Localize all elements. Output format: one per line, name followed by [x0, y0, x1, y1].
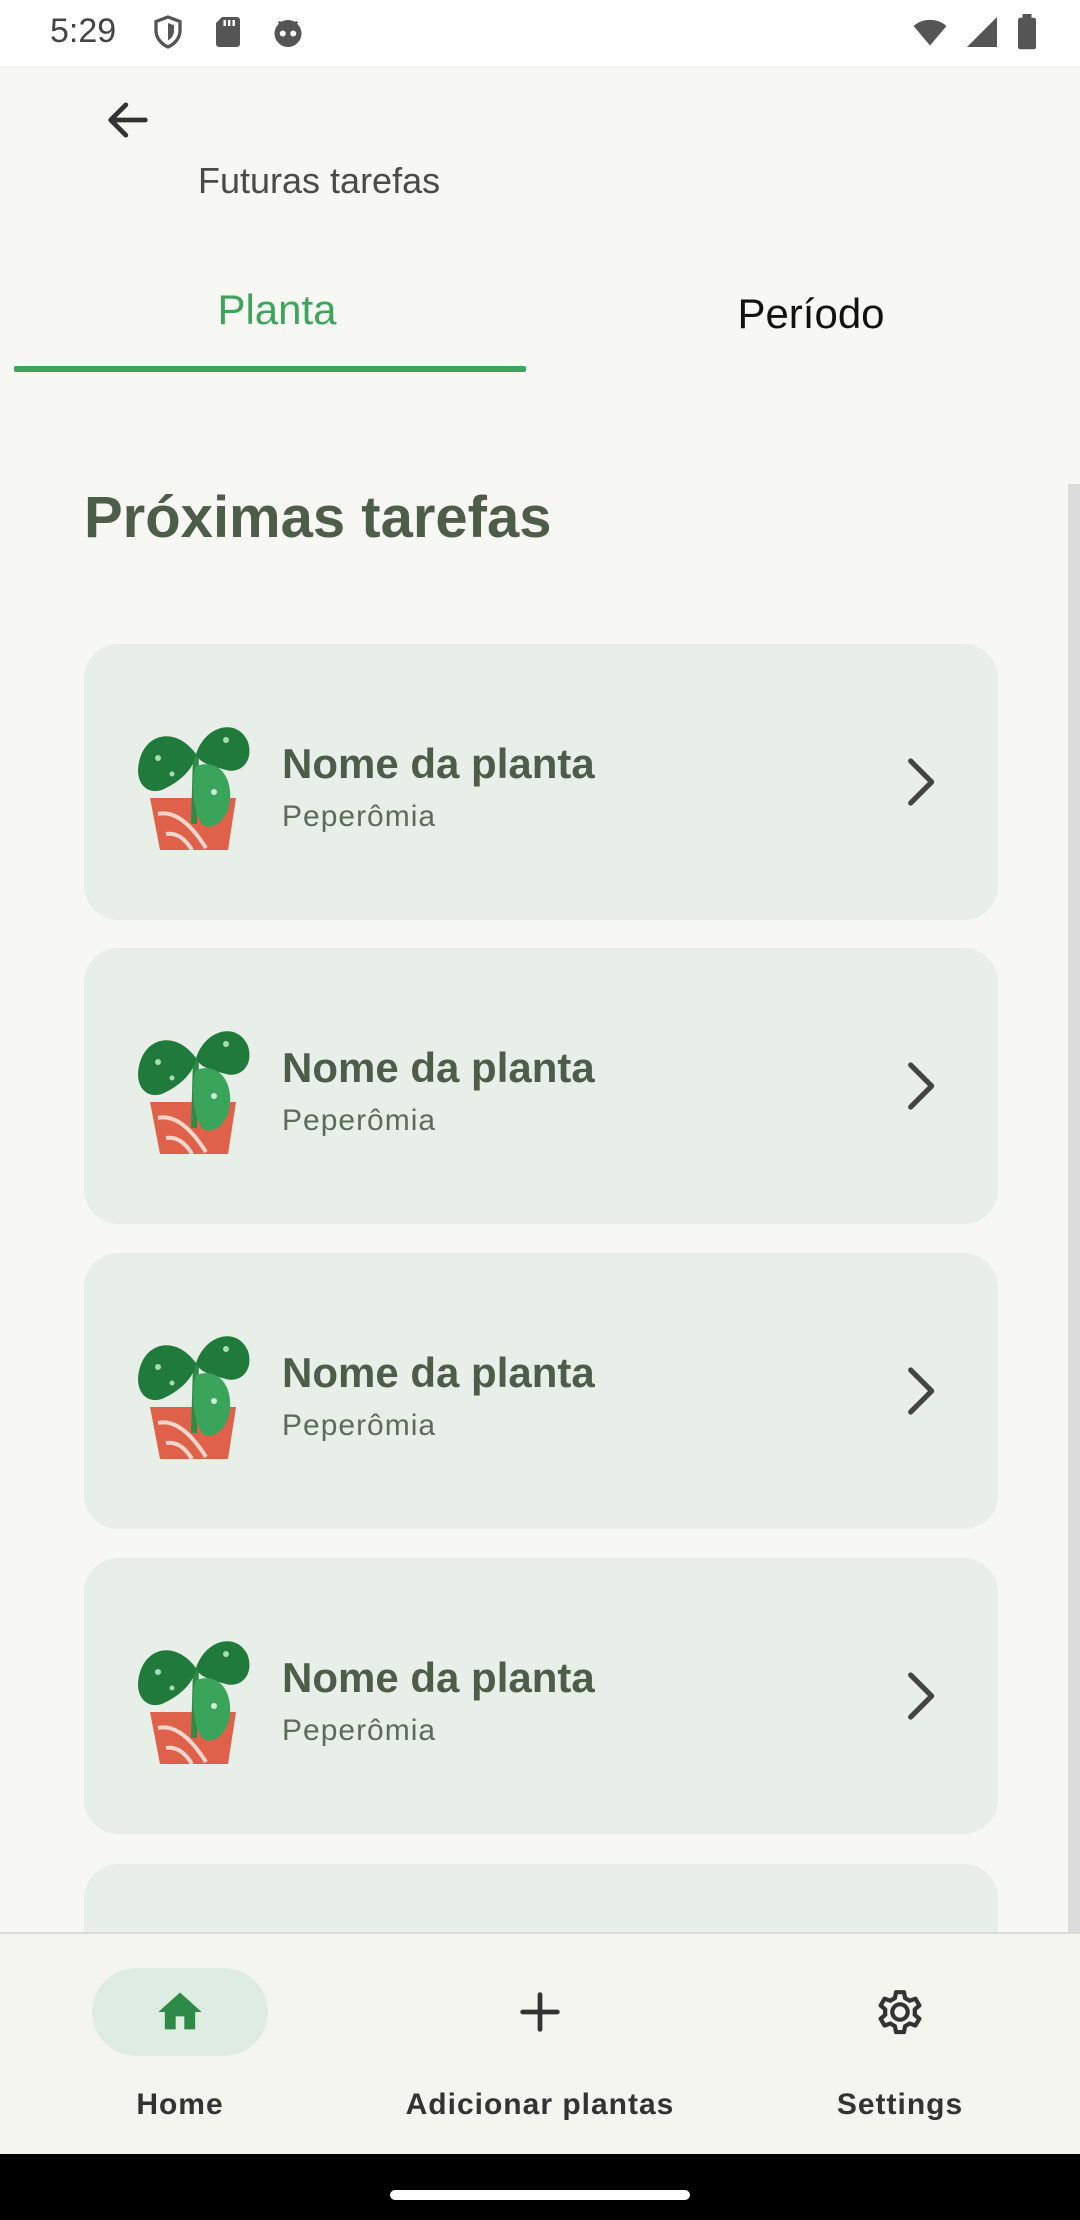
plant-species: Peperômia — [282, 1714, 437, 1747]
status-icons-left — [150, 14, 306, 50]
tab-indicator — [14, 366, 526, 372]
plant-species: Peperômia — [282, 1104, 437, 1137]
nav-item-add-plants[interactable]: Adicionar plantas — [360, 1934, 720, 2154]
nav-icon-container — [500, 1980, 580, 2044]
tab-label: Planta — [217, 286, 337, 333]
chevron-right-icon — [908, 1062, 935, 1110]
potted-plant-icon — [138, 727, 250, 852]
task-list: Nome da planta Peperômia Nome da planta … — [84, 644, 998, 1932]
status-time: 5:29 — [50, 12, 117, 50]
android-robot-icon — [274, 20, 302, 47]
chevron-right-icon — [908, 758, 935, 806]
back-button[interactable] — [92, 84, 164, 156]
arrow-left-icon — [108, 102, 148, 138]
shield-icon — [154, 15, 182, 49]
nav-icon-container — [860, 1980, 940, 2044]
plant-name: Nome da planta — [282, 1349, 595, 1396]
tab-bar: Planta Período — [0, 260, 1080, 374]
home-icon — [158, 1992, 202, 2030]
gear-icon — [878, 1990, 922, 2035]
tab-planta[interactable]: Planta — [14, 260, 540, 374]
signal-icon — [967, 17, 997, 47]
nav-active-indicator — [92, 1968, 268, 2056]
wifi-icon — [913, 19, 947, 46]
nav-item-settings[interactable]: Settings — [720, 1934, 1080, 2154]
task-card[interactable]: Nome da planta Peperômia — [84, 644, 998, 920]
plant-name: Nome da planta — [282, 740, 595, 787]
task-card-partial[interactable] — [84, 1864, 998, 1932]
tab-periodo[interactable]: Período — [548, 260, 1074, 374]
potted-plant-icon — [138, 1031, 250, 1156]
plant-species: Peperômia — [282, 1409, 437, 1442]
task-card[interactable]: Nome da planta Peperômia — [84, 1253, 998, 1529]
nav-label-add-plants: Adicionar plantas — [405, 2088, 675, 2121]
tab-label: Período — [737, 290, 885, 337]
page-title: Futuras tarefas — [198, 160, 441, 201]
plant-name: Nome da planta — [282, 1654, 595, 1701]
status-icons-right — [910, 14, 1040, 50]
chevron-right-icon — [908, 1367, 935, 1415]
potted-plant-icon — [138, 1641, 250, 1766]
plant-species: Peperômia — [282, 800, 437, 833]
plus-icon — [520, 1992, 560, 2032]
battery-icon — [1018, 14, 1036, 50]
task-card[interactable]: Nome da planta Peperômia — [84, 1558, 998, 1834]
system-gesture-bar — [0, 2154, 1080, 2220]
section-title: Próximas tarefas — [84, 485, 552, 550]
task-card[interactable]: Nome da planta Peperômia — [84, 948, 998, 1224]
status-bar: 5:29 — [0, 0, 1080, 66]
scrollbar[interactable] — [1068, 484, 1080, 1932]
gesture-handle[interactable] — [390, 2190, 690, 2200]
potted-plant-icon — [138, 1336, 250, 1461]
nav-label-settings: Settings — [836, 2088, 964, 2121]
plant-name: Nome da planta — [282, 1044, 595, 1091]
sd-card-icon — [216, 17, 240, 47]
nav-item-home[interactable]: Home — [0, 1934, 360, 2154]
bottom-navigation: Home Adicionar plantas Settings — [0, 1932, 1080, 2154]
nav-label-home: Home — [136, 2088, 224, 2121]
chevron-right-icon — [908, 1672, 935, 1720]
